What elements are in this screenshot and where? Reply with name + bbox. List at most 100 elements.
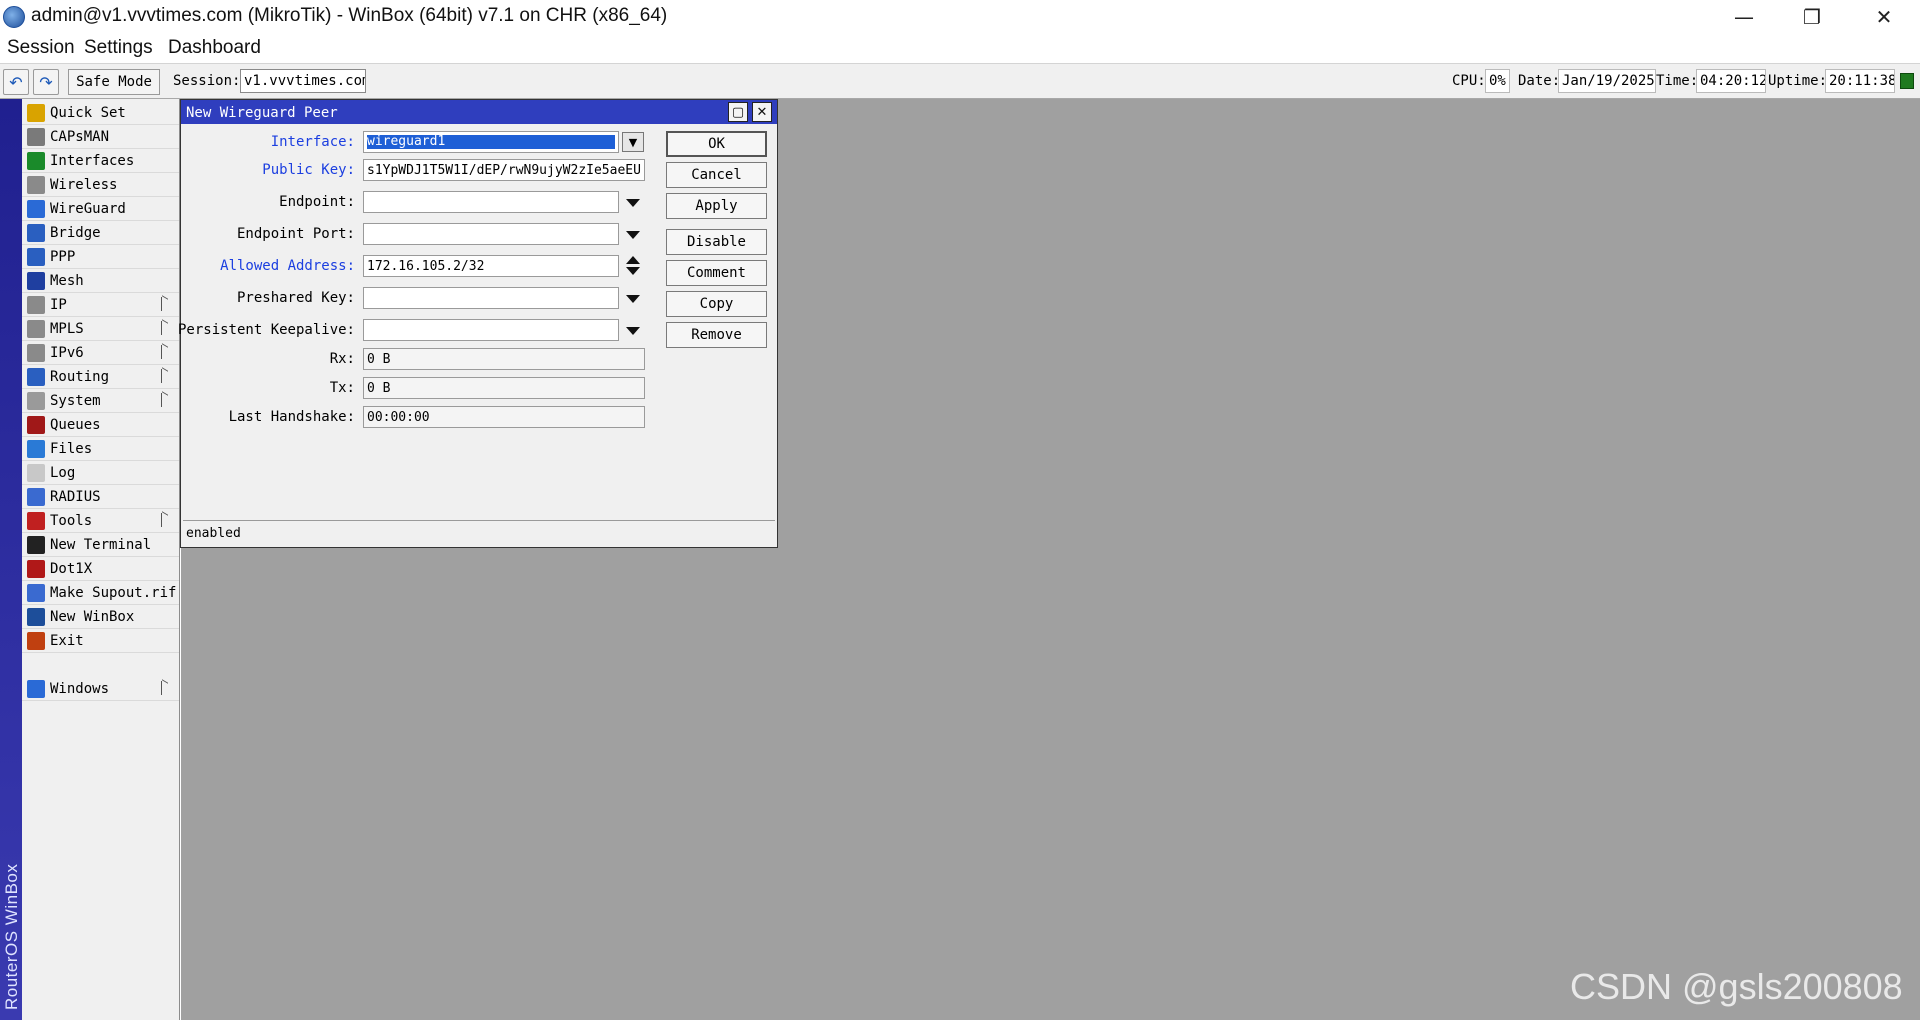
watermark: CSDN @gsls200808 bbox=[1570, 966, 1903, 1007]
winbox-app-icon bbox=[3, 6, 25, 28]
interface-dropdown-button[interactable]: ▼ bbox=[622, 132, 644, 152]
sidebar-item-new-terminal[interactable]: New Terminal bbox=[22, 533, 179, 557]
public-key-input[interactable]: s1YpWDJ1T5W1I/dEP/rwN9ujyW2zIe5aeEU bbox=[363, 159, 645, 181]
quick-set-icon bbox=[27, 104, 45, 122]
sidebar-item-dot1x[interactable]: Dot1X bbox=[22, 557, 179, 581]
sidebar-item-wireguard[interactable]: WireGuard bbox=[22, 197, 179, 221]
sidebar-item-system[interactable]: System bbox=[22, 389, 179, 413]
endpoint-dropdown-icon[interactable] bbox=[626, 199, 640, 207]
interfaces-icon bbox=[27, 152, 45, 170]
undo-button[interactable]: ↶ bbox=[3, 69, 29, 95]
comment-button[interactable]: Comment bbox=[666, 260, 767, 286]
allowed-address-add-icon[interactable] bbox=[626, 256, 640, 264]
persistent-keepalive-input[interactable] bbox=[363, 319, 619, 341]
preshared-key-label: Preshared Key: bbox=[236, 290, 355, 306]
cancel-button[interactable]: Cancel bbox=[666, 162, 767, 188]
persistent-keepalive-dropdown-icon[interactable] bbox=[626, 327, 640, 335]
dialog-maximize-button[interactable]: ▢ bbox=[728, 102, 748, 122]
sidebar: Quick Set CAPsMAN Interfaces Wireless WireGu… bbox=[22, 99, 180, 1020]
sidebar-item-log[interactable]: Log bbox=[22, 461, 179, 485]
date-label: Date: bbox=[1518, 73, 1561, 89]
last-handshake-label: Last Handshake: bbox=[228, 409, 355, 425]
sidebar-item-label: Wireless bbox=[50, 177, 118, 193]
sidebar-item-ip[interactable]: IP bbox=[22, 293, 179, 317]
sidebar-item-label: MPLS bbox=[50, 321, 84, 337]
minimize-button[interactable]: — bbox=[1710, 0, 1778, 34]
interface-label: Interface: bbox=[270, 134, 355, 150]
sidebar-item-radius[interactable]: RADIUS bbox=[22, 485, 179, 509]
endpoint-input[interactable] bbox=[363, 191, 619, 213]
sidebar-item-windows[interactable]: Windows bbox=[22, 677, 179, 701]
disable-button[interactable]: Disable bbox=[666, 229, 767, 255]
sidebar-item-files[interactable]: Files bbox=[22, 437, 179, 461]
menu-bar: Session Settings Dashboard bbox=[0, 34, 1920, 64]
ok-button[interactable]: OK bbox=[666, 131, 767, 157]
last-handshake-value: 00:00:00 bbox=[363, 406, 645, 428]
wireguard-icon bbox=[27, 200, 45, 218]
sidebar-item-routing[interactable]: Routing bbox=[22, 365, 179, 389]
sidebar-item-label: Windows bbox=[50, 681, 110, 697]
close-window-button[interactable]: ✕ bbox=[1850, 0, 1918, 34]
session-label: Session: bbox=[173, 73, 241, 89]
submenu-arrow-icon bbox=[161, 393, 169, 407]
preshared-key-dropdown-icon[interactable] bbox=[626, 295, 640, 303]
sidebar-item-label: IPv6 bbox=[50, 345, 84, 361]
endpoint-port-dropdown-icon[interactable] bbox=[626, 231, 640, 239]
sidebar-item-interfaces[interactable]: Interfaces bbox=[22, 149, 179, 173]
sidebar-item-bridge[interactable]: Bridge bbox=[22, 221, 179, 245]
sidebar-item-mesh[interactable]: Mesh bbox=[22, 269, 179, 293]
sidebar-item-label: Log bbox=[50, 465, 76, 481]
endpoint-port-label: Endpoint Port: bbox=[236, 226, 355, 242]
allowed-address-remove-icon[interactable] bbox=[626, 267, 640, 275]
sidebar-item-ppp[interactable]: PPP bbox=[22, 245, 179, 269]
sidebar-item-new-winbox[interactable]: New WinBox bbox=[22, 605, 179, 629]
uptime-label: Uptime: bbox=[1768, 73, 1828, 89]
time-label: Time: bbox=[1656, 73, 1699, 89]
sidebar-item-label: Quick Set bbox=[50, 105, 126, 121]
sidebar-item-wireless[interactable]: Wireless bbox=[22, 173, 179, 197]
menu-session[interactable]: Session bbox=[7, 37, 75, 59]
sidebar-item-label: Exit bbox=[50, 633, 84, 649]
preshared-key-input[interactable] bbox=[363, 287, 619, 309]
files-icon bbox=[27, 440, 45, 458]
copy-button[interactable]: Copy bbox=[666, 291, 767, 317]
sidebar-item-make-supout-rif[interactable]: Make Supout.rif bbox=[22, 581, 179, 605]
mesh-icon bbox=[27, 272, 45, 290]
interface-value: wireguard1 bbox=[367, 135, 615, 149]
chevron-down-icon: ▼ bbox=[628, 135, 638, 149]
restore-button[interactable]: ❐ bbox=[1778, 0, 1846, 34]
allowed-address-input[interactable]: 172.16.105.2/32 bbox=[363, 255, 619, 277]
submenu-arrow-icon bbox=[161, 321, 169, 335]
dialog-titlebar[interactable]: New Wireguard Peer ▢ ✕ bbox=[181, 100, 777, 124]
interface-select[interactable]: wireguard1 bbox=[363, 131, 619, 153]
menu-dashboard[interactable]: Dashboard bbox=[168, 37, 261, 59]
queues-icon bbox=[27, 416, 45, 434]
sidebar-item-label: Tools bbox=[50, 513, 93, 529]
ipv6-icon bbox=[27, 344, 45, 362]
apply-button[interactable]: Apply bbox=[666, 193, 767, 219]
sidebar-item-label: Queues bbox=[50, 417, 101, 433]
sidebar-item-ipv6[interactable]: IPv6 bbox=[22, 341, 179, 365]
sidebar-item-label: Bridge bbox=[50, 225, 101, 241]
sidebar-item-label: WireGuard bbox=[50, 201, 126, 217]
remove-button[interactable]: Remove bbox=[666, 322, 767, 348]
bridge-icon bbox=[27, 224, 45, 242]
radius-icon bbox=[27, 488, 45, 506]
sidebar-item-tools[interactable]: Tools bbox=[22, 509, 179, 533]
safe-mode-button[interactable]: Safe Mode bbox=[68, 69, 160, 95]
rx-value: 0 B bbox=[363, 348, 645, 370]
sidebar-item-mpls[interactable]: MPLS bbox=[22, 317, 179, 341]
menu-settings[interactable]: Settings bbox=[84, 37, 153, 59]
window-titlebar: admin@v1.vvvtimes.com (MikroTik) - WinBo… bbox=[0, 0, 1920, 34]
redo-button[interactable]: ↷ bbox=[33, 69, 59, 95]
dialog-close-button[interactable]: ✕ bbox=[752, 102, 772, 122]
terminal-icon bbox=[27, 536, 45, 554]
sidebar-item-capsman[interactable]: CAPsMAN bbox=[22, 125, 179, 149]
status-divider bbox=[183, 520, 775, 521]
sidebar-item-exit[interactable]: Exit bbox=[22, 629, 179, 653]
sidebar-item-quick-set[interactable]: Quick Set bbox=[22, 101, 179, 125]
endpoint-port-input[interactable] bbox=[363, 223, 619, 245]
sidebar-item-queues[interactable]: Queues bbox=[22, 413, 179, 437]
redo-icon: ↷ bbox=[39, 72, 53, 92]
ip-icon bbox=[27, 296, 45, 314]
